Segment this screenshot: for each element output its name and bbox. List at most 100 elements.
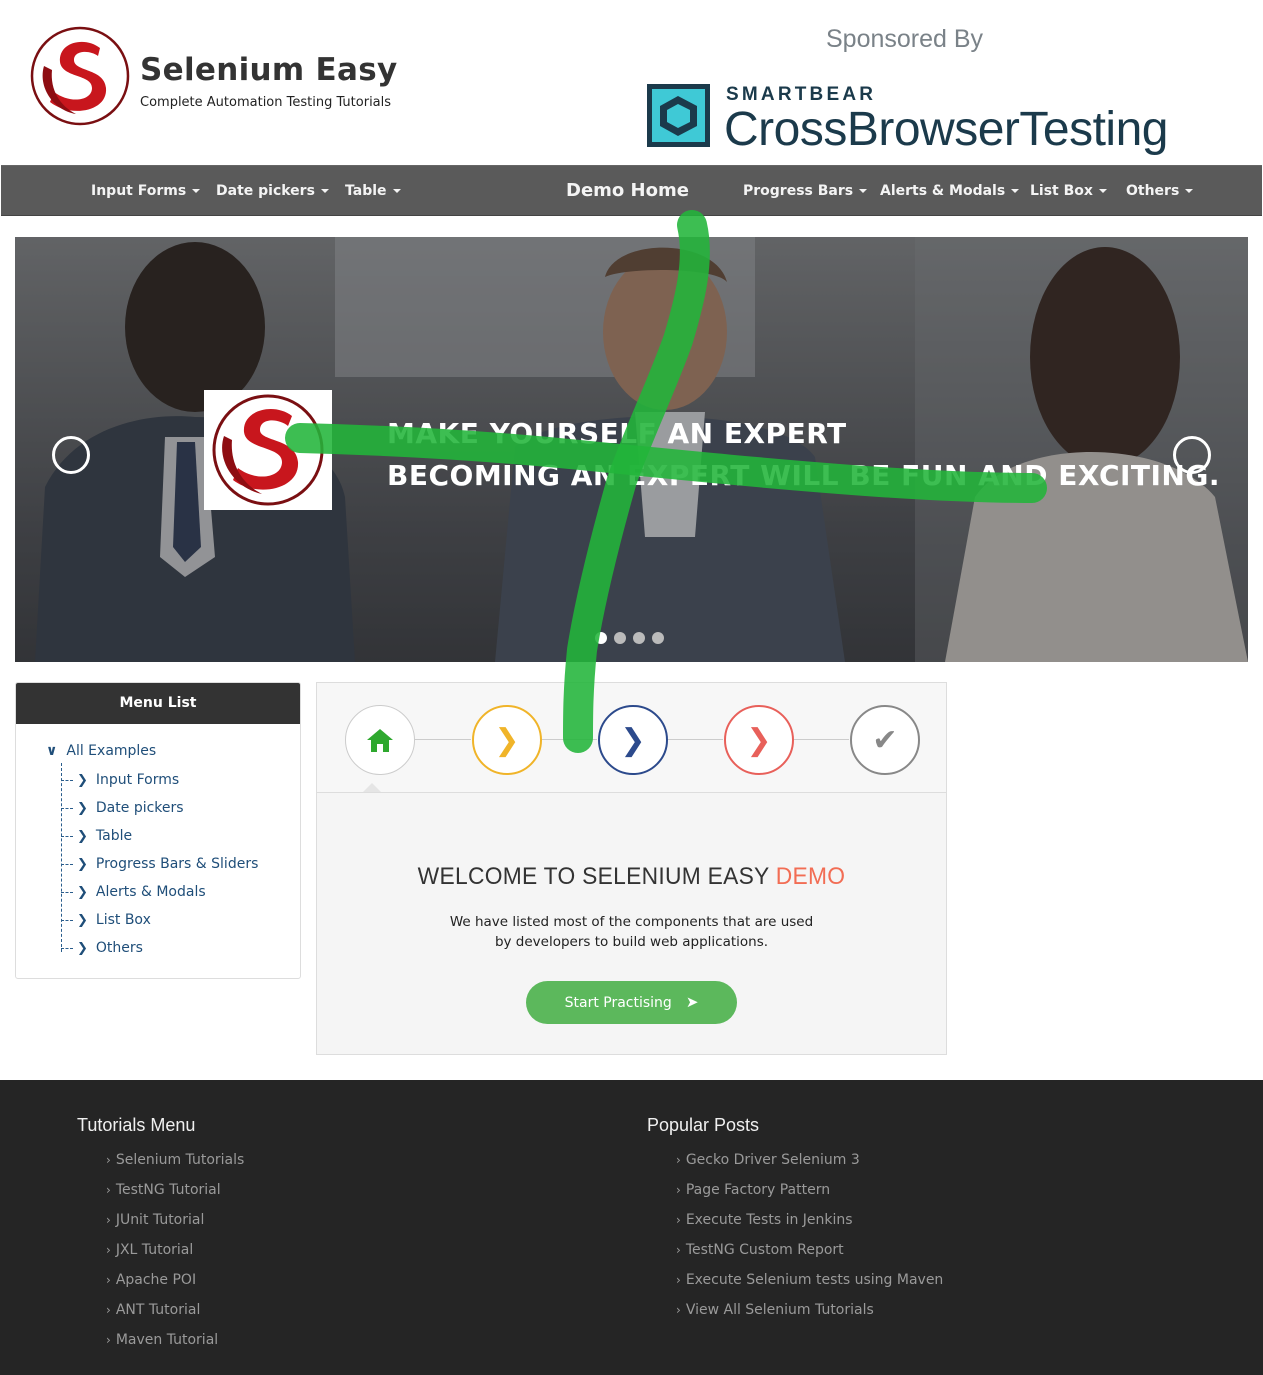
footer-link-label: Selenium Tutorials [115, 1152, 245, 1168]
nav-list-box[interactable]: List Box [1030, 166, 1107, 217]
footer-tutorial-link[interactable]: › Maven Tutorial [106, 1332, 218, 1348]
chevron-right-icon: ❯ [77, 913, 88, 928]
wizard-step-home[interactable] [345, 705, 415, 775]
nav-date-pickers[interactable]: Date pickers [216, 166, 329, 217]
tree-item-input-forms[interactable]: ❯ Input Forms [61, 772, 179, 788]
nav-progress-bars[interactable]: Progress Bars [743, 166, 868, 217]
chevron-right-icon: › [106, 1153, 111, 1167]
chevron-right-icon: › [106, 1303, 111, 1317]
nav-others[interactable]: Others [1126, 166, 1194, 217]
tree-item-progress-bars[interactable]: ❯ Progress Bars & Sliders [61, 856, 258, 872]
carousel-headline: MAKE YOURSELF AN EXPERT [387, 417, 847, 450]
tree-branch-line [61, 779, 73, 781]
caret-down-icon [192, 189, 201, 193]
footer-link-label: JXL Tutorial [115, 1242, 194, 1258]
caret-down-icon [1098, 189, 1107, 193]
nav-others-label: Others [1126, 183, 1180, 199]
footer-tutorial-link[interactable]: › ANT Tutorial [106, 1302, 200, 1318]
chevron-right-icon: › [106, 1183, 111, 1197]
menu-list-title: Menu List [16, 683, 300, 724]
wizard-connector [793, 739, 849, 740]
crossbrowsertesting-icon[interactable] [647, 84, 710, 147]
carousel-indicator[interactable] [633, 632, 645, 644]
nav-table[interactable]: Table [345, 166, 401, 217]
wizard-step-2[interactable]: ❯ [472, 705, 542, 775]
sponsor-product[interactable]: CrossBrowserTesting [724, 102, 1168, 157]
sponsored-label: Sponsored By [826, 25, 984, 53]
footer-tutorial-link[interactable]: › Apache POI [106, 1272, 196, 1288]
caret-down-icon [392, 189, 401, 193]
footer-tutorial-link[interactable]: › Selenium Tutorials [106, 1152, 244, 1168]
wizard-step-3[interactable]: ❯ [598, 705, 668, 775]
wizard-steps-bar: ❯ ❯ ❯ ✔ [317, 683, 946, 793]
welcome-description-line2: by developers to build web applications. [494, 934, 769, 950]
carousel-indicator[interactable] [652, 632, 664, 644]
footer-link-label: JUnit Tutorial [115, 1212, 205, 1228]
footer-post-link[interactable]: › Page Factory Pattern [676, 1182, 830, 1198]
carousel-prev-control[interactable] [52, 436, 90, 474]
tree-item-label: Input Forms [95, 772, 180, 788]
tree-item-table[interactable]: ❯ Table [61, 828, 132, 844]
nav-input-forms[interactable]: Input Forms [91, 166, 201, 217]
footer-post-link[interactable]: › Gecko Driver Selenium 3 [676, 1152, 860, 1168]
selenium-easy-logo[interactable] [30, 26, 130, 126]
carousel-indicator[interactable] [595, 632, 607, 644]
carousel-indicators [595, 632, 664, 644]
chevron-right-icon: › [676, 1183, 681, 1197]
start-practising-button[interactable]: Start Practising ➤ [526, 981, 737, 1024]
chevron-right-icon: ❯ [77, 885, 88, 900]
chevron-right-icon: › [106, 1273, 111, 1287]
wizard-step-4[interactable]: ❯ [724, 705, 794, 775]
footer-link-label: View All Selenium Tutorials [685, 1302, 874, 1318]
tree-item-label: Progress Bars & Sliders [95, 856, 259, 872]
tree-branch-line [61, 807, 73, 809]
footer-link-label: Apache POI [115, 1272, 197, 1288]
paper-plane-icon: ➤ [685, 993, 699, 1011]
footer-link-label: TestNG Tutorial [115, 1182, 221, 1198]
tree-item-label: List Box [95, 912, 151, 928]
wizard-step-finish[interactable]: ✔ [850, 705, 920, 775]
hero-carousel: MAKE YOURSELF AN EXPERT BECOMING AN EXPE… [15, 237, 1248, 662]
footer-post-link[interactable]: › Execute Tests in Jenkins [676, 1212, 853, 1228]
chevron-right-icon: › [106, 1333, 111, 1347]
footer-post-link[interactable]: › View All Selenium Tutorials [676, 1302, 874, 1318]
tree-root-all-examples[interactable]: ∨ All Examples [46, 743, 156, 759]
tree-item-list-box[interactable]: ❯ List Box [61, 912, 151, 928]
tree-item-date-pickers[interactable]: ❯ Date pickers [61, 800, 184, 816]
tree-branch-line [61, 947, 73, 949]
welcome-panel: ❯ ❯ ❯ ✔ WELCOME TO SELENIUM EASY DEMO We… [316, 682, 947, 1055]
wizard-connector [667, 739, 723, 740]
tree-item-others[interactable]: ❯ Others [61, 940, 143, 956]
welcome-description: We have listed most of the components th… [317, 912, 946, 952]
chevron-right-icon: ❯ [77, 941, 88, 956]
footer-post-link[interactable]: › Execute Selenium tests using Maven [676, 1272, 943, 1288]
chevron-down-icon: ∨ [46, 743, 58, 759]
nav-demo-home[interactable]: Demo Home [566, 166, 689, 217]
nav-alerts-modals[interactable]: Alerts & Modals [880, 166, 1020, 217]
footer-tutorial-link[interactable]: › JXL Tutorial [106, 1242, 193, 1258]
tree-item-label: Others [95, 940, 143, 956]
carousel-indicator[interactable] [614, 632, 626, 644]
footer-tutorial-link[interactable]: › TestNG Tutorial [106, 1182, 221, 1198]
carousel-logo-icon [204, 390, 332, 510]
menu-list-panel: Menu List ∨ All Examples ❯ Input Forms ❯ Da… [15, 682, 301, 979]
chevron-right-icon: › [676, 1213, 681, 1227]
nav-input-forms-label: Input Forms [91, 183, 187, 199]
home-icon [367, 729, 393, 752]
footer-link-label: ANT Tutorial [115, 1302, 201, 1318]
chevron-right-icon: › [676, 1303, 681, 1317]
chevron-right-icon: › [676, 1273, 681, 1287]
footer: Tutorials Menu › Selenium Tutorials › Test… [0, 1080, 1263, 1375]
carousel-next-control[interactable] [1173, 436, 1211, 474]
brand-title: Selenium Easy [140, 52, 398, 88]
footer-link-label: Gecko Driver Selenium 3 [685, 1152, 860, 1168]
footer-tutorial-link[interactable]: › JUnit Tutorial [106, 1212, 204, 1228]
tree-item-alerts-modals[interactable]: ❯ Alerts & Modals [61, 884, 206, 900]
caret-down-icon [859, 189, 868, 193]
footer-post-link[interactable]: › TestNG Custom Report [676, 1242, 844, 1258]
check-icon: ✔ [872, 722, 898, 758]
wizard-connector [541, 739, 597, 740]
caret-down-icon [1185, 189, 1194, 193]
brand-subtitle: Complete Automation Testing Tutorials [140, 95, 392, 110]
tree-item-label: Alerts & Modals [95, 884, 206, 900]
